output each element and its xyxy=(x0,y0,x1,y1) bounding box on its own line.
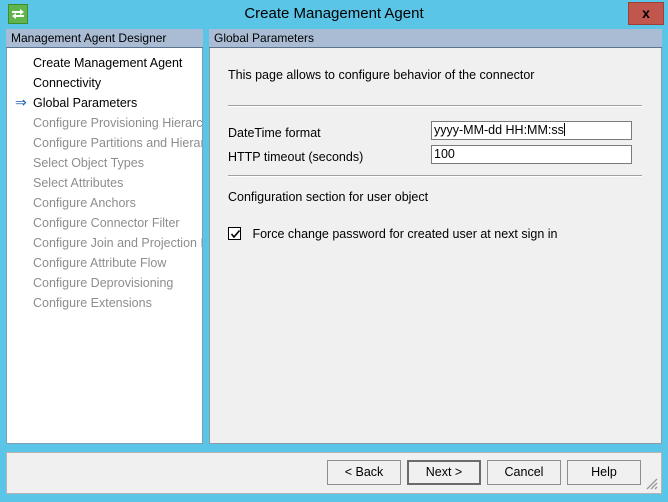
sidebar-item-label: Connectivity xyxy=(33,76,101,90)
sidebar-item-label: Configure Join and Projection Rules xyxy=(33,236,202,250)
section-title: Configuration section for user object xyxy=(228,190,428,204)
nav-arrow-placeholder xyxy=(15,273,29,293)
force-change-password-checkbox-row[interactable]: Force change password for created user a… xyxy=(228,225,557,241)
http-timeout-input[interactable]: 100 xyxy=(431,145,632,164)
datetime-format-value: yyyy-MM-dd HH:MM:ss xyxy=(434,123,564,137)
datetime-format-label: DateTime format xyxy=(228,126,321,140)
sidebar-item-label: Create Management Agent xyxy=(33,56,182,70)
content-header: Global Parameters xyxy=(209,29,662,48)
cancel-button[interactable]: Cancel xyxy=(487,460,561,485)
check-icon xyxy=(230,229,241,240)
force-change-password-label: Force change password for created user a… xyxy=(252,227,557,241)
sidebar-item-configure-connector-filter: Configure Connector Filter xyxy=(7,213,202,233)
sidebar-item-label: Configure Partitions and Hierarchies xyxy=(33,136,202,150)
intro-text: This page allows to configure behavior o… xyxy=(228,68,534,82)
window-title: Create Management Agent xyxy=(0,0,668,28)
nav-arrow-placeholder xyxy=(15,293,29,313)
current-step-arrow-icon: ⇒ xyxy=(15,93,29,113)
sidebar-item-label: Configure Deprovisioning xyxy=(33,276,173,290)
sidebar-item-label: Configure Extensions xyxy=(33,296,152,310)
dialog-window: Create Management Agent x Management Age… xyxy=(0,0,668,502)
sidebar-item-configure-extensions: Configure Extensions xyxy=(7,293,202,313)
nav-arrow-placeholder xyxy=(15,253,29,273)
sidebar-item-configure-join-and-projection-rules: Configure Join and Projection Rules xyxy=(7,233,202,253)
navigation-sidebar: Create Management Agent Connectivity ⇒ Glob… xyxy=(6,48,203,444)
sidebar-item-select-attributes: Select Attributes xyxy=(7,173,202,193)
sidebar-item-configure-anchors: Configure Anchors xyxy=(7,193,202,213)
sidebar-item-global-parameters[interactable]: ⇒ Global Parameters xyxy=(7,93,202,113)
sidebar-item-select-object-types: Select Object Types xyxy=(7,153,202,173)
sidebar-item-configure-provisioning-hierarchy: Configure Provisioning Hierarchy xyxy=(7,113,202,133)
nav-arrow-placeholder xyxy=(15,153,29,173)
sidebar-item-connectivity[interactable]: Connectivity xyxy=(7,73,202,93)
sidebar-item-label: Select Object Types xyxy=(33,156,144,170)
text-caret xyxy=(564,123,565,136)
content-panel: This page allows to configure behavior o… xyxy=(209,48,662,444)
sidebar-item-create-management-agent[interactable]: Create Management Agent xyxy=(7,53,202,73)
sidebar-item-configure-attribute-flow: Configure Attribute Flow xyxy=(7,253,202,273)
divider-middle xyxy=(228,175,642,177)
nav-arrow-placeholder xyxy=(15,193,29,213)
sidebar-item-label: Global Parameters xyxy=(33,96,137,110)
nav-arrow-placeholder xyxy=(15,73,29,93)
resize-grip[interactable] xyxy=(644,476,658,490)
sidebar-item-configure-partitions-and-hierarchies: Configure Partitions and Hierarchies xyxy=(7,133,202,153)
next-button[interactable]: Next > xyxy=(407,460,481,485)
divider-top xyxy=(228,105,642,107)
title-bar: Create Management Agent x xyxy=(0,0,668,28)
nav-arrow-placeholder xyxy=(15,113,29,133)
sidebar-item-label: Configure Provisioning Hierarchy xyxy=(33,116,202,130)
http-timeout-label: HTTP timeout (seconds) xyxy=(228,150,363,164)
button-bar: < Back Next > Cancel Help xyxy=(6,452,662,494)
sidebar-item-label: Select Attributes xyxy=(33,176,123,190)
sidebar-item-label: Configure Anchors xyxy=(33,196,136,210)
sidebar-item-label: Configure Attribute Flow xyxy=(33,256,166,270)
datetime-format-input[interactable]: yyyy-MM-dd HH:MM:ss xyxy=(431,121,632,140)
back-button[interactable]: < Back xyxy=(327,460,401,485)
close-button[interactable]: x xyxy=(628,2,664,25)
sidebar-header: Management Agent Designer xyxy=(6,29,203,48)
help-button[interactable]: Help xyxy=(567,460,641,485)
nav-arrow-placeholder xyxy=(15,233,29,253)
sidebar-item-configure-deprovisioning: Configure Deprovisioning xyxy=(7,273,202,293)
nav-arrow-placeholder xyxy=(15,213,29,233)
nav-list: Create Management Agent Connectivity ⇒ Glob… xyxy=(7,48,202,313)
sidebar-item-label: Configure Connector Filter xyxy=(33,216,180,230)
nav-arrow-placeholder xyxy=(15,173,29,193)
force-change-password-checkbox[interactable] xyxy=(228,227,241,240)
nav-arrow-placeholder xyxy=(15,133,29,153)
nav-arrow-placeholder xyxy=(15,53,29,73)
